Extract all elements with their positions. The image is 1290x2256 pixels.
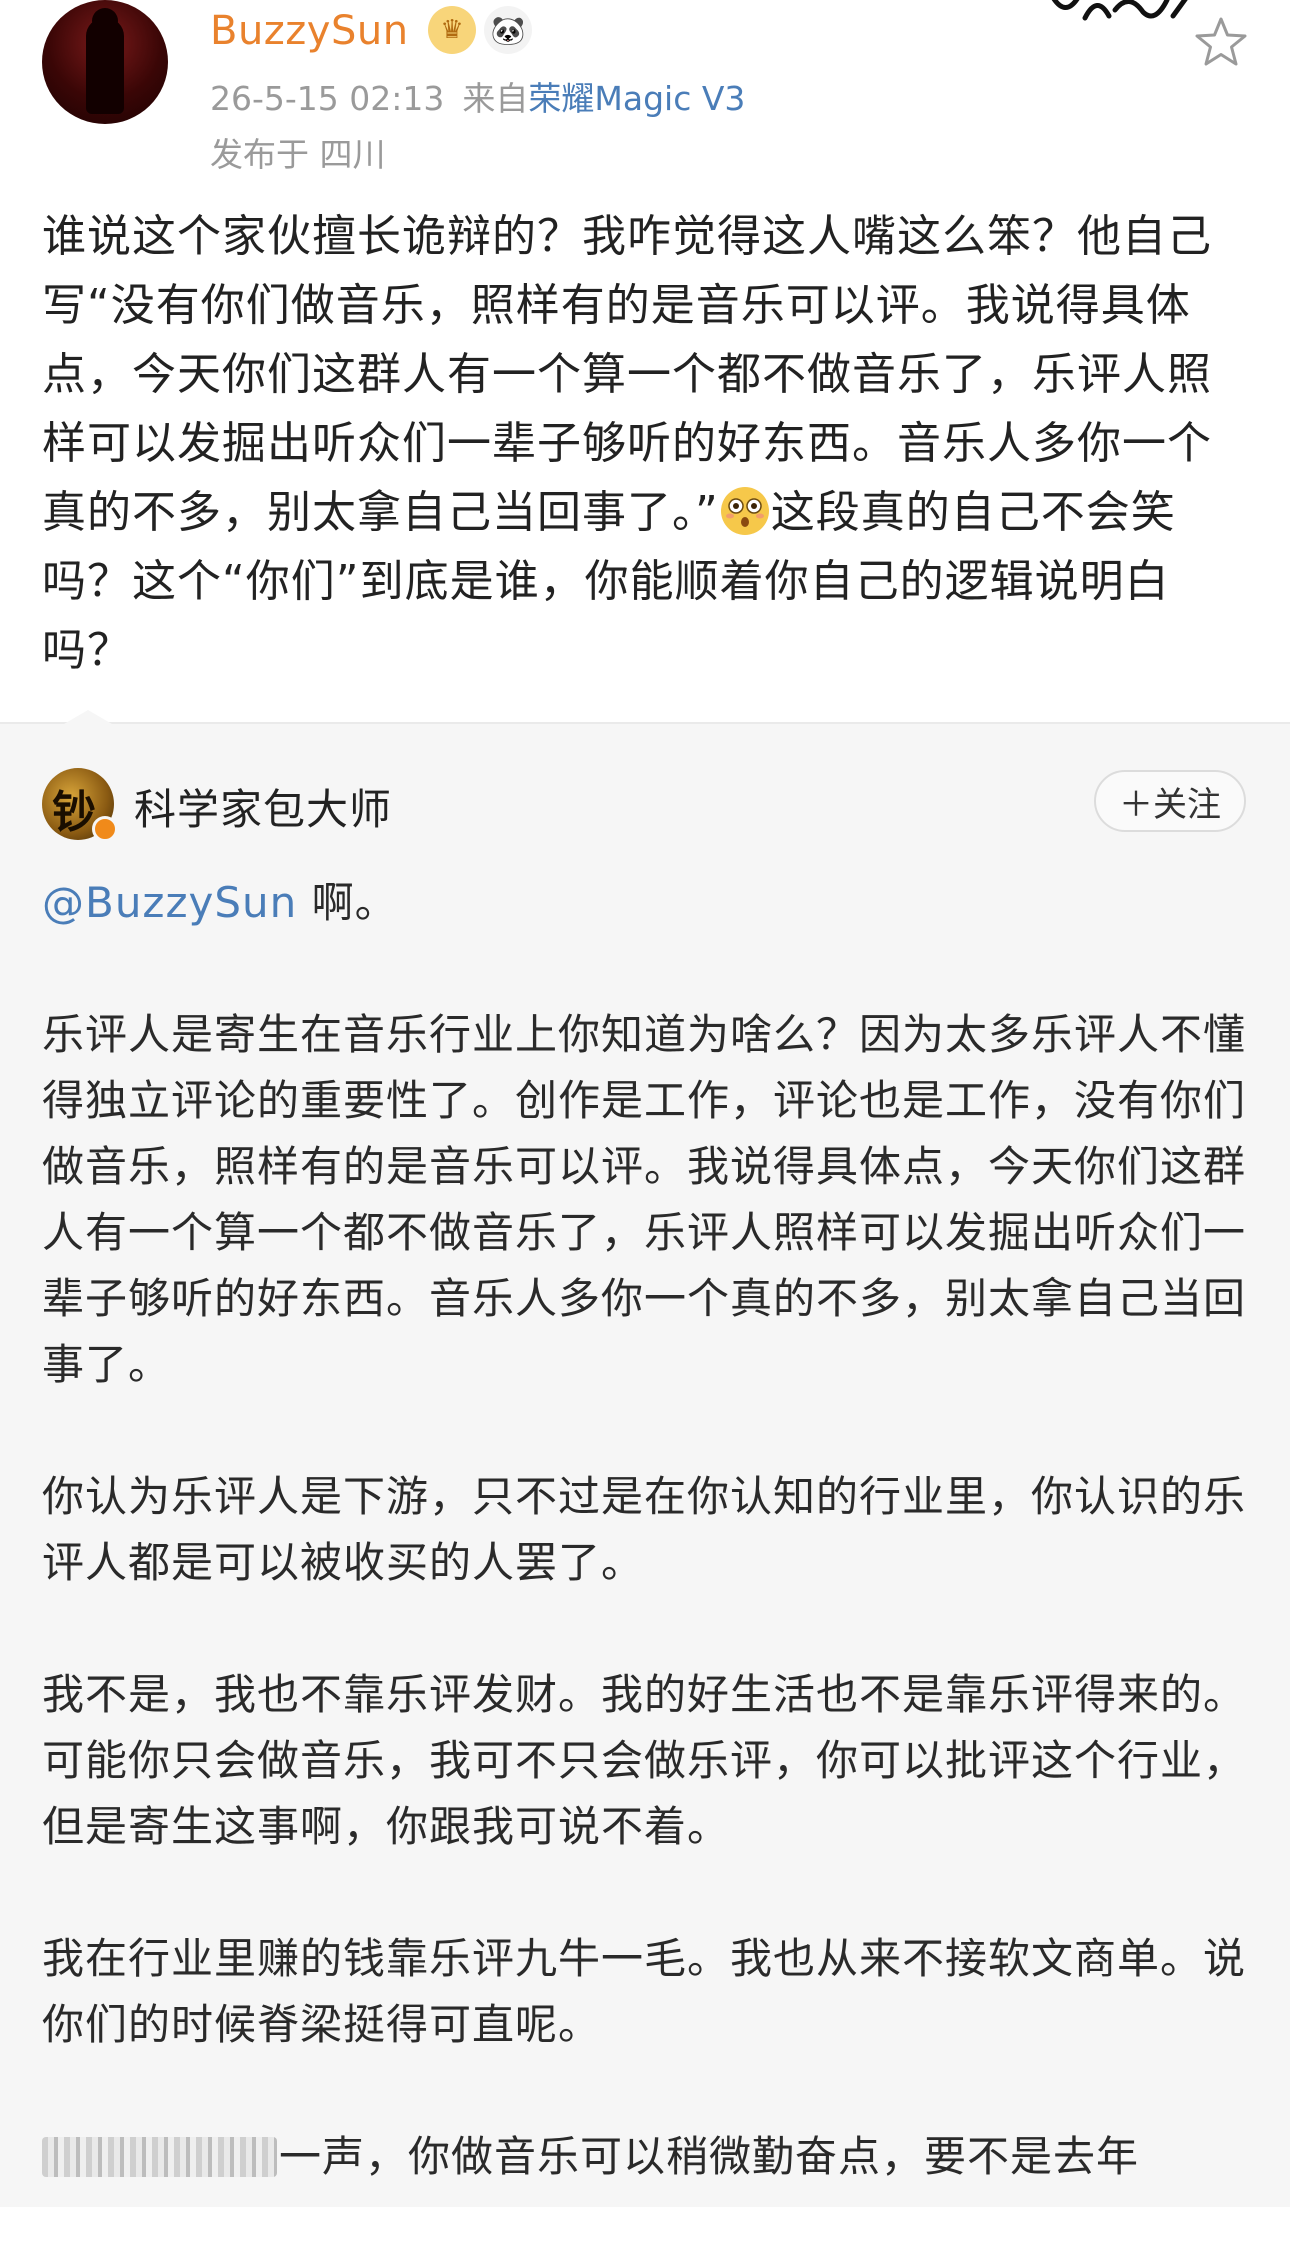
follow-button[interactable]: ＋关注	[1094, 770, 1246, 832]
post-source-prefix: 来自	[462, 79, 529, 118]
mention-suffix: 啊。	[297, 878, 398, 927]
repost-paragraph: 我不是，我也不靠乐评发财。我的好生活也不是靠乐评得来的。可能你只会做音乐，我可不…	[42, 1670, 1247, 1851]
repost-author-avatar[interactable]: 钞	[42, 768, 118, 842]
crown-badge-icon[interactable]: ♛	[428, 6, 476, 54]
repost-paragraph: 你认为乐评人是下游，只不过是在你认知的行业里，你认识的乐评人都是可以被收买的人罢…	[42, 1472, 1247, 1587]
repost-paragraph: 乐评人是寄生在音乐行业上你知道为啥么？因为太多乐评人不懂得独立评论的重要性了。创…	[42, 1010, 1247, 1389]
favorite-star-icon[interactable]	[1192, 14, 1250, 72]
post-body: 谁说这个家伙擅长诡辩的？我咋觉得这人嘴这么笨？他自己写“没有你们做音乐，照样有的…	[42, 202, 1252, 685]
avatar-glyph: 钞	[52, 787, 96, 838]
divider	[0, 722, 1290, 724]
post-timestamp: 26-5-15 02:13	[210, 79, 445, 118]
repost-last-line: 一声，你做音乐可以稍微勤奋点，要不是去年	[279, 2132, 1140, 2181]
brand-watermark-icon	[1051, 0, 1188, 21]
original-post: BuzzySun ♛ 🐼 26-5-15 02:13 来自荣耀Magic V3 发…	[0, 0, 1290, 710]
post-location: 发布于 四川	[210, 135, 386, 174]
mention-link[interactable]: @BuzzySun	[42, 878, 297, 927]
post-meta: 26-5-15 02:13 来自荣耀Magic V3	[210, 72, 745, 120]
repost-author-name[interactable]: 科学家包大师	[134, 776, 392, 837]
verified-badge-icon	[92, 816, 118, 842]
flushed-face-icon	[720, 487, 769, 535]
author-avatar[interactable]	[42, 0, 168, 124]
avatar-figure-body	[86, 18, 124, 114]
repost-mention-line: @BuzzySun 啊。	[42, 870, 1252, 936]
repost-paragraph-truncated: 一声，你做音乐可以稍微勤奋点，要不是去年	[42, 2124, 1252, 2190]
author-name[interactable]: BuzzySun	[210, 8, 409, 54]
repost-body: @BuzzySun 啊。 乐评人是寄生在音乐行业上你知道为啥么？因为太多乐评人不…	[42, 870, 1252, 2256]
author-badges: ♛ 🐼	[428, 6, 532, 54]
repost-paragraph: 我在行业里赚的钱靠乐评九牛一毛。我也从来不接软文商单。说你们的时候脊梁挺得可直呢…	[42, 1934, 1247, 2049]
redacted-text-block	[42, 2137, 277, 2177]
repost-pointer	[64, 710, 112, 724]
panda-badge-icon[interactable]: 🐼	[484, 6, 532, 54]
post-device-link[interactable]: 荣耀Magic V3	[528, 79, 745, 118]
